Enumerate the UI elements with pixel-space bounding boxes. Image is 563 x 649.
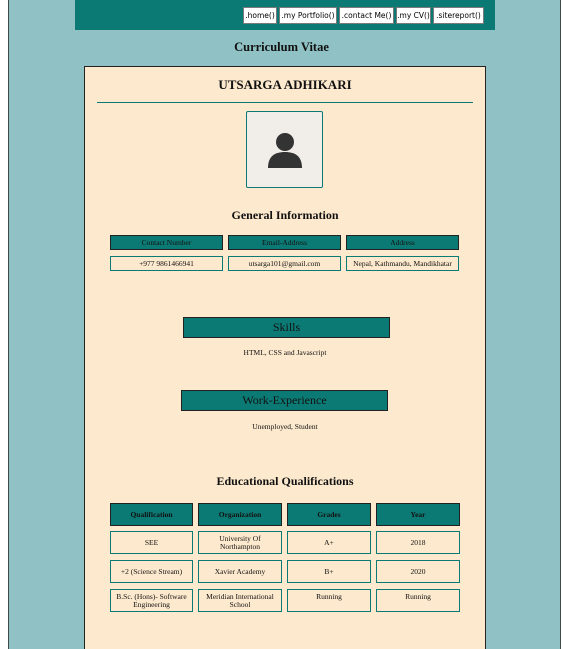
general-value-email: utsarga101@gmail.com xyxy=(228,256,341,271)
work-experience-text: Unemployed, Student xyxy=(252,422,318,431)
top-navigation-bar: .home() .my Portfolio() .contact Me() .m… xyxy=(75,0,495,30)
education-cell: B+ xyxy=(287,560,371,583)
nav-home-button[interactable]: .home() xyxy=(243,7,277,24)
general-header-email: Email-Address xyxy=(228,235,341,250)
education-cell: A+ xyxy=(287,531,371,554)
nav-contact-button[interactable]: .contact Me() xyxy=(339,7,394,24)
general-value-address: Nepal, Kathmandu, Mandikhatar xyxy=(346,256,459,271)
education-cell: Running xyxy=(376,589,460,612)
education-header-grades: Grades xyxy=(287,503,371,526)
skills-heading: Skills xyxy=(183,317,390,338)
education-cell: B.Sc. (Hons)- Software Engineering xyxy=(110,589,193,612)
nav-cv-button[interactable]: .my CV() xyxy=(396,7,431,24)
nav-sitereport-button[interactable]: .sitereport() xyxy=(433,7,484,24)
education-cell: 2018 xyxy=(376,531,460,554)
education-cell: 2020 xyxy=(376,560,460,583)
education-cell: Meridian International School xyxy=(198,589,282,612)
education-cell: Running xyxy=(287,589,371,612)
general-value-contact: +977 9861466941 xyxy=(110,256,223,271)
general-header-address: Address xyxy=(346,235,459,250)
education-header-year: Year xyxy=(376,503,460,526)
education-header-organization: Organization xyxy=(198,503,282,526)
cv-card: UTSARGA ADHIKARI General Information Con… xyxy=(84,66,486,649)
person-name: UTSARGA ADHIKARI xyxy=(218,77,352,92)
user-avatar-icon xyxy=(268,133,302,168)
nav-portfolio-button[interactable]: .my Portfolio() xyxy=(279,7,337,24)
education-cell: University Of Northampton xyxy=(198,531,282,554)
work-experience-heading: Work-Experience xyxy=(181,390,388,411)
education-cell: +2 (Science Stream) xyxy=(110,560,193,583)
name-divider xyxy=(97,102,473,103)
general-header-contact: Contact Number xyxy=(110,235,223,250)
page-title: Curriculum Vitae xyxy=(234,40,329,54)
education-header-qualification: Qualification xyxy=(110,503,193,526)
education-cell: Xavier Academy xyxy=(198,560,282,583)
profile-photo xyxy=(246,111,323,188)
general-info-heading: General Information xyxy=(231,208,339,222)
education-cell: SEE xyxy=(110,531,193,554)
education-heading: Educational Qualifications xyxy=(216,474,354,488)
skills-text: HTML, CSS and Javascript xyxy=(243,348,327,357)
